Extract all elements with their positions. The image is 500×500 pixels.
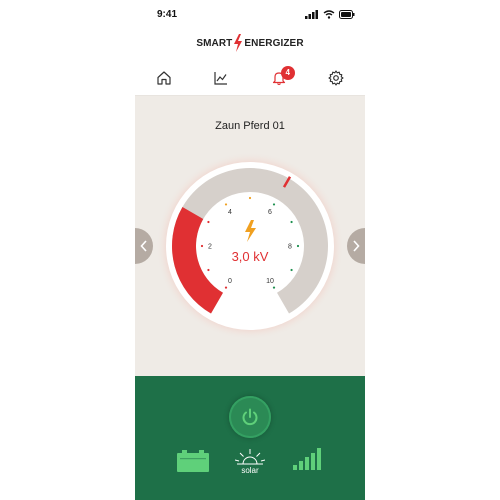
status-row: solar (135, 448, 365, 484)
gauge-tick-dot (224, 203, 228, 206)
nav-settings[interactable] (316, 63, 356, 93)
gauge-tick-dot (272, 203, 276, 206)
status-bar: 9:41 (135, 0, 365, 28)
power-icon (242, 408, 258, 426)
bolt-icon (234, 34, 243, 52)
nav-bar: 4 (135, 60, 365, 96)
device-name: Zaun Pferd 01 (215, 120, 285, 132)
sun-icon (235, 449, 265, 465)
home-icon (157, 70, 171, 85)
gauge-tick-dot (290, 220, 293, 224)
brand-text-right: ENERGIZER (244, 37, 304, 49)
gauge-tick-label: 6 (268, 209, 272, 216)
gauge-tick-label: 2 (208, 244, 212, 251)
gauge-tick-dot (272, 286, 276, 289)
gauge-inner-disc (198, 194, 302, 298)
chevron-left-icon (140, 240, 147, 252)
status-icons (305, 9, 355, 19)
chart-icon (214, 71, 228, 85)
phone-screen: 9:41 SMART ENERGIZER 4 Zaun Pferd 01 0 2… (135, 0, 365, 500)
battery-icon (339, 9, 355, 19)
voltage-value: 3,0 kV (232, 249, 269, 264)
gear-icon (328, 69, 344, 86)
device-panel: Zaun Pferd 01 0 2 4 6 8 10 3,0 kV (135, 96, 365, 376)
nav-home[interactable] (144, 63, 184, 93)
wifi-icon (323, 9, 335, 19)
signal-icon (305, 9, 318, 19)
brand-logo: SMART ENERGIZER (135, 28, 365, 58)
gauge-tick-dot (290, 268, 293, 272)
solar-label: solar (241, 466, 259, 475)
gauge-tick-dot (200, 244, 204, 248)
nav-chart[interactable] (201, 63, 241, 93)
voltage-gauge: 0 2 4 6 8 10 3,0 kV (135, 146, 365, 346)
gauge-tick-dot (224, 286, 228, 289)
alerts-badge: 4 (280, 65, 295, 80)
gauge-tick-dot (248, 196, 252, 200)
gauge-tick-dot (296, 244, 300, 248)
control-panel: solar (135, 376, 365, 500)
gauge-tick-label: 10 (266, 278, 274, 285)
gauge-svg: 0 2 4 6 8 10 3,0 kV (156, 152, 344, 340)
brand-text-left: SMART (196, 37, 233, 49)
gauge-tick-dot (207, 268, 210, 272)
signal-strength-icon (293, 448, 321, 470)
status-time: 9:41 (157, 9, 178, 20)
nav-alerts[interactable]: 4 (259, 63, 299, 93)
battery-full-icon (177, 450, 209, 472)
power-button[interactable] (229, 396, 271, 438)
gauge-tick-dot (207, 220, 210, 224)
gauge-tick-label: 4 (228, 209, 232, 216)
gauge-tick-label: 8 (288, 244, 292, 251)
gauge-tick-label: 0 (228, 278, 232, 285)
chevron-right-icon (353, 240, 360, 252)
